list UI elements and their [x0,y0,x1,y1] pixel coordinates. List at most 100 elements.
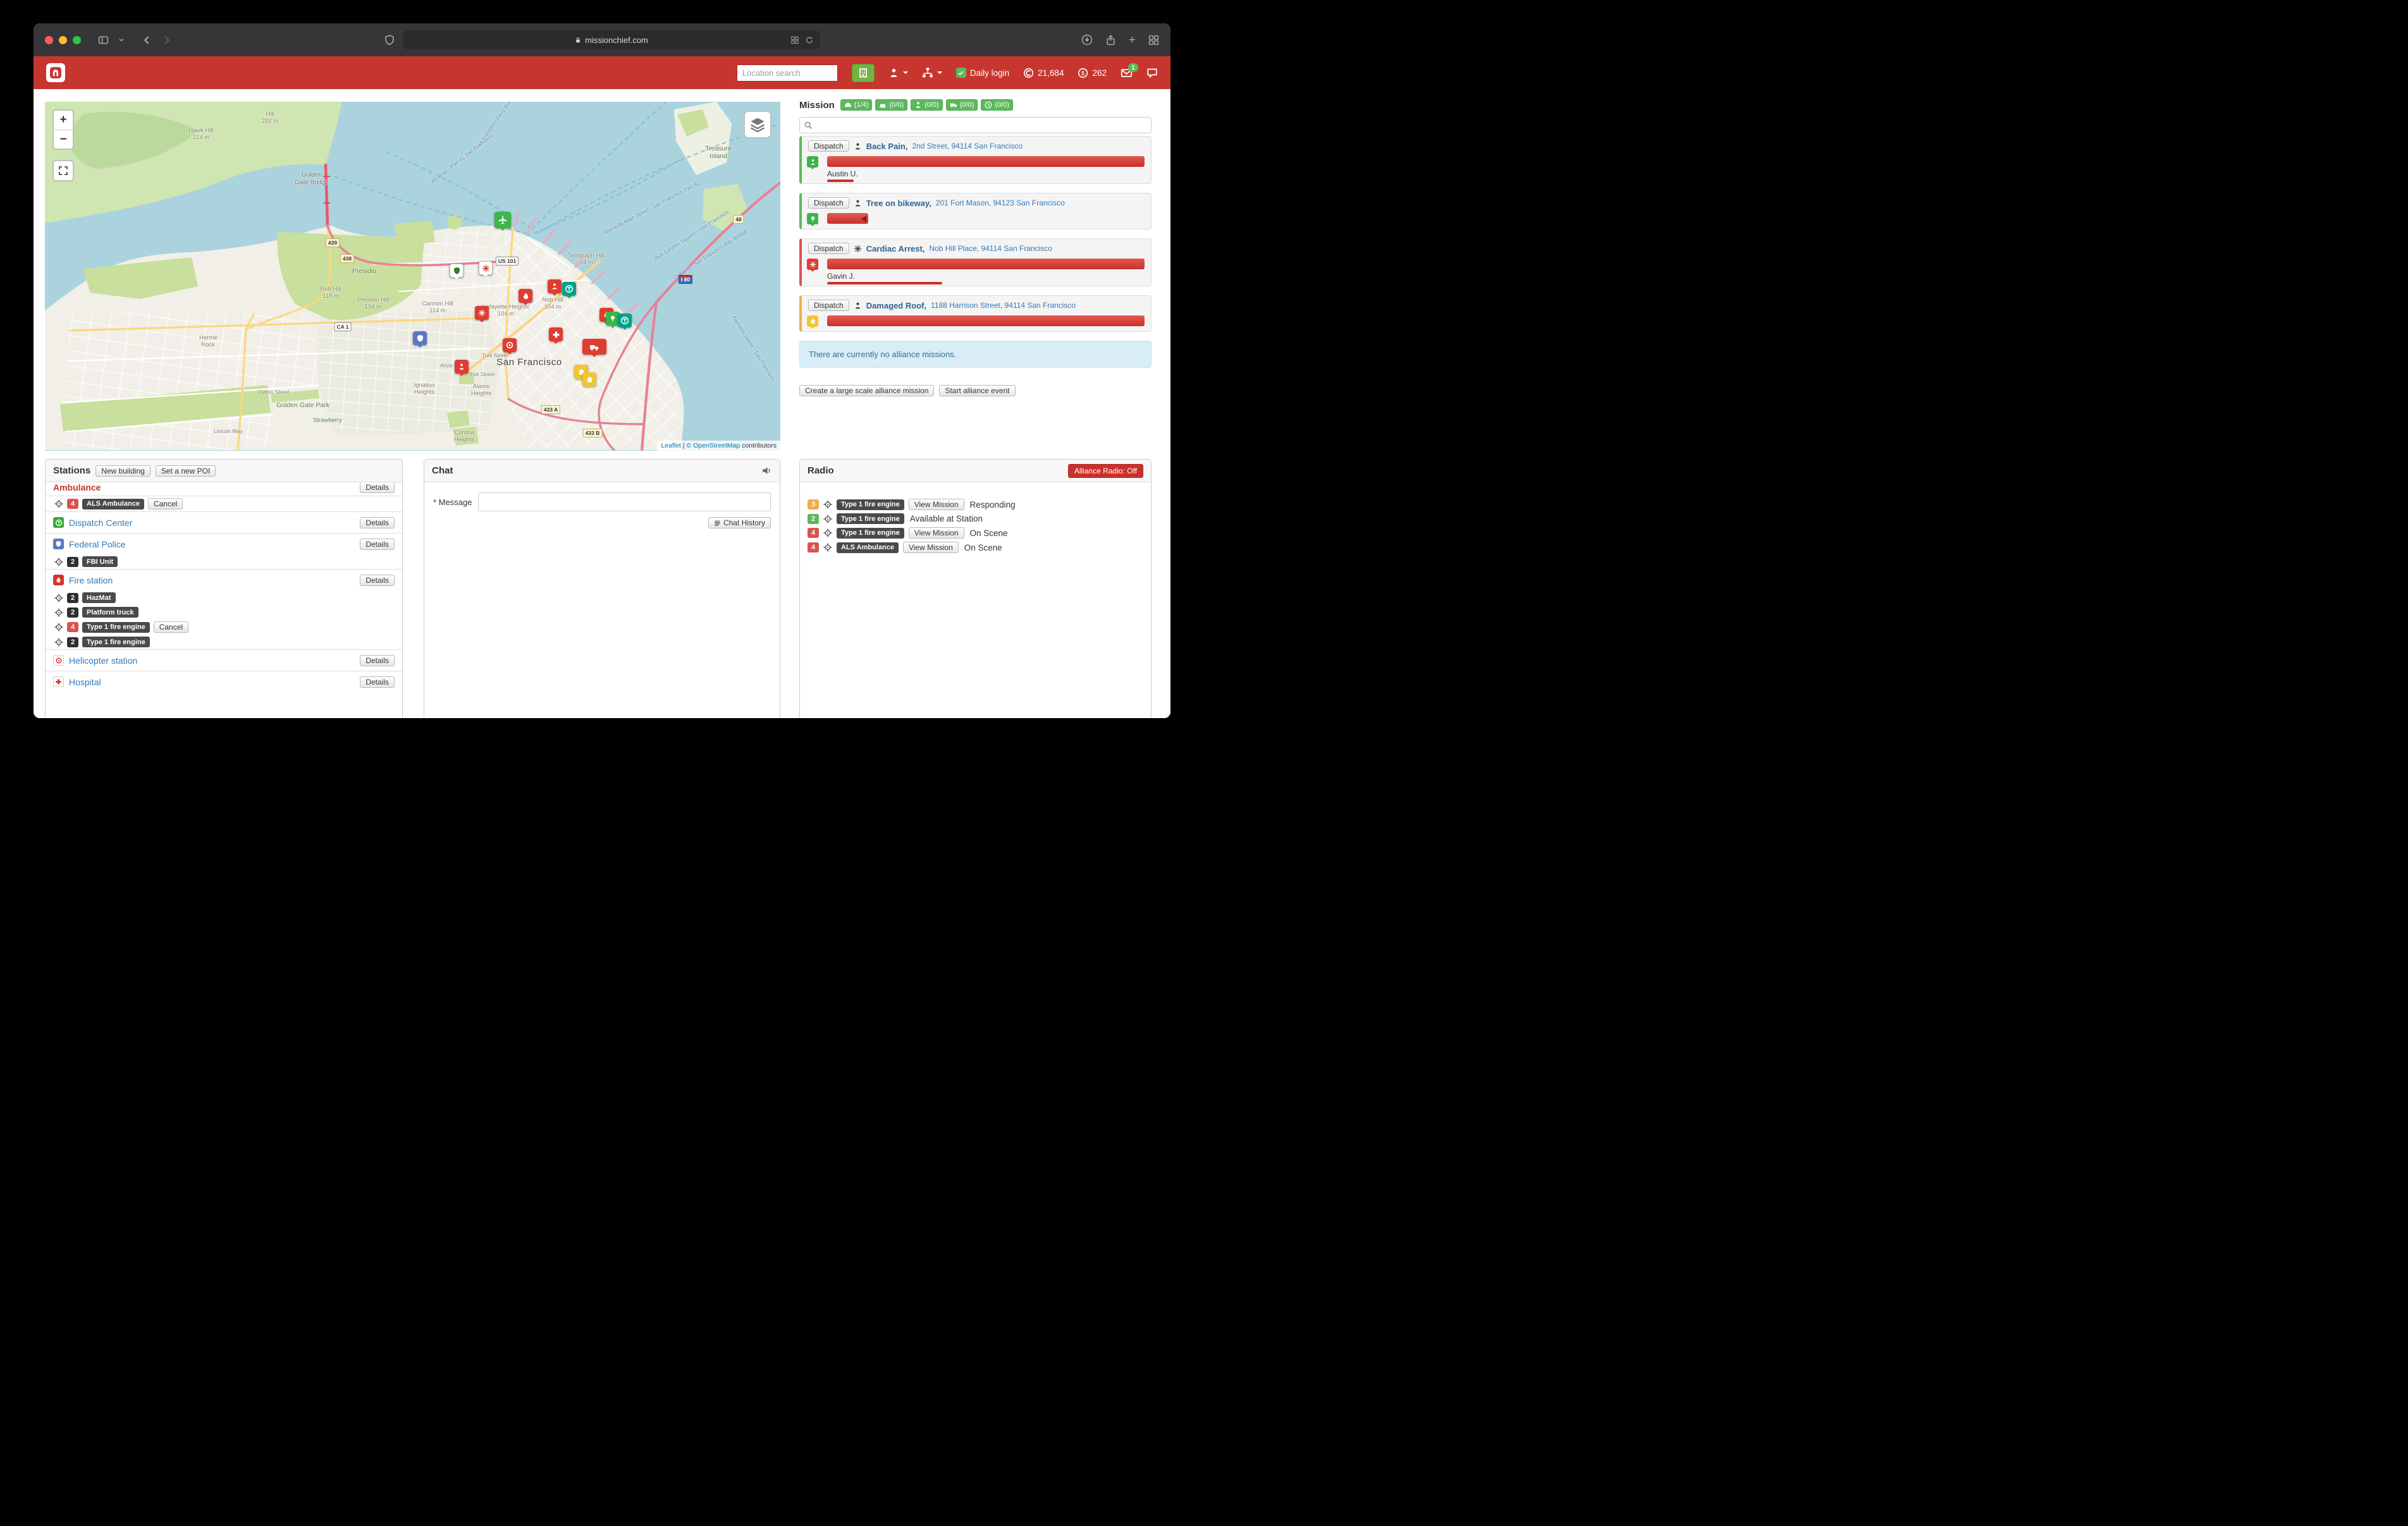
map-marker-responding-vehicle[interactable] [582,339,606,355]
details-button[interactable]: Details [360,482,395,493]
dispatch-button[interactable]: Dispatch [808,300,849,311]
leaflet-link[interactable]: Leaflet [661,442,681,449]
map-marker-mission[interactable] [548,279,562,293]
mission-card-back-pain[interactable]: Dispatch Back Pain, 2nd Street, 94114 Sa… [799,136,1152,184]
set-poi-button[interactable]: Set a new POI [156,465,216,477]
alliance-menu[interactable] [922,67,942,78]
chat-sound-toggle[interactable] [761,465,772,476]
vehicle-name-badge[interactable]: Type 1 fire engine [82,637,150,647]
mission-counter-timer[interactable]: (0/0) [981,99,1013,111]
dispatch-button[interactable]: Dispatch [808,140,849,152]
daily-login-link[interactable]: Daily login [956,68,1009,78]
details-button[interactable]: Details [360,655,395,666]
location-search-input[interactable] [737,64,838,82]
mission-counter-transport[interactable]: (0/0) [875,99,907,111]
coins-indicator[interactable]: 21,684 [1023,68,1064,78]
crosshair-icon[interactable] [54,623,63,632]
details-button[interactable]: Details [360,676,395,688]
forward-button[interactable] [161,35,172,46]
station-row-ambulance-clipped[interactable]: Ambulance Details [46,482,402,496]
details-button[interactable]: Details [360,517,395,528]
map-marker-hospital[interactable] [549,327,563,341]
mission-counter-ambulance[interactable]: (0/0) [946,99,978,111]
crosshair-icon[interactable] [54,608,63,617]
start-alliance-event-button[interactable]: Start alliance event [939,385,1015,396]
dispatch-button[interactable]: Dispatch [808,243,849,254]
map-marker-police-station[interactable] [413,331,427,345]
crosshair-icon[interactable] [823,528,832,537]
dispatch-button[interactable]: Dispatch [808,197,849,209]
station-name[interactable]: Ambulance [53,482,101,492]
fullscreen-button[interactable] [52,160,74,181]
close-window-button[interactable] [45,36,53,44]
station-link[interactable]: Fire station [69,575,113,585]
map-marker-federal-police-station[interactable] [450,264,464,278]
map-marker-ambulance-station[interactable] [479,261,493,275]
address-bar[interactable]: missionchief.com [403,30,820,49]
mission-card-tree-on-bikeway[interactable]: Dispatch Tree on bikeway, 201 Fort Mason… [799,193,1152,229]
mission-title-link[interactable]: Back Pain, [866,142,908,151]
vehicle-name-badge[interactable]: Type 1 fire engine [837,513,904,524]
details-button[interactable]: Details [360,539,395,550]
view-mission-button[interactable]: View Mission [903,542,959,553]
zoom-in-button[interactable]: + [54,111,73,130]
crosshair-icon[interactable] [823,500,832,509]
vehicle-name-badge[interactable]: Type 1 fire engine [82,622,150,633]
share-icon[interactable] [1105,35,1116,46]
zoom-out-button[interactable]: − [54,130,73,149]
crosshair-icon[interactable] [54,594,63,602]
view-mission-button[interactable]: View Mission [909,527,964,539]
vehicle-name-badge[interactable]: ALS Ambulance [837,542,899,553]
mission-card-damaged-roof[interactable]: Dispatch Damaged Roof, 1188 Harrison Str… [799,295,1152,332]
mission-card-cardiac-arrest[interactable]: Dispatch Cardiac Arrest, Nob Hill Place,… [799,238,1152,286]
map-marker-mission[interactable] [582,372,596,386]
view-mission-button[interactable]: View Mission [909,499,964,510]
mission-title-link[interactable]: Tree on bikeway, [866,198,931,208]
station-link[interactable]: Hospital [69,677,101,687]
missionchief-logo[interactable] [46,63,65,82]
new-tab-icon[interactable]: + [1129,34,1136,46]
privacy-shield-icon[interactable] [384,35,395,46]
build-panel-button[interactable] [852,64,875,82]
mission-title-link[interactable]: Cardiac Arrest, [866,244,925,253]
station-link[interactable]: Federal Police [69,539,126,549]
sidebar-toggle-icon[interactable] [98,35,109,46]
vehicle-name-badge[interactable]: Type 1 fire engine [837,499,904,510]
map-marker-dispatch-center[interactable] [562,282,576,296]
create-alliance-mission-button[interactable]: Create a large scale alliance mission [799,385,934,396]
profile-menu[interactable] [888,68,908,78]
cancel-button[interactable]: Cancel [148,498,183,510]
chat-history-button[interactable]: Chat History [708,517,771,528]
crosshair-icon[interactable] [54,558,63,566]
vehicle-name-badge[interactable]: Type 1 fire engine [837,528,904,539]
details-button[interactable]: Details [360,575,395,586]
back-button[interactable] [142,35,152,46]
alliance-radio-toggle[interactable]: Alliance Radio: Off [1068,464,1143,478]
mission-title-link[interactable]: Damaged Roof, [866,301,926,310]
mission-search-input[interactable] [799,117,1152,133]
mission-counter-prisoner[interactable]: (0/0) [911,99,943,111]
credits-indicator[interactable]: 262 [1078,68,1107,78]
map-marker-helicopter-station[interactable] [503,338,517,352]
crosshair-icon[interactable] [54,499,63,508]
map-canvas[interactable]: Hawk Hill214 m Hill282 m GoldenGate Brid… [45,102,780,451]
zoom-window-button[interactable] [73,36,81,44]
chat-toggle-button[interactable] [1146,67,1158,78]
vehicle-name-badge[interactable]: ALS Ambulance [82,499,144,510]
new-building-button[interactable]: New building [95,465,150,477]
osm-link[interactable]: © OpenStreetMap [686,442,740,449]
crosshair-icon[interactable] [823,543,832,552]
map-marker-mission[interactable] [455,360,469,374]
station-link[interactable]: Helicopter station [69,656,137,666]
messages-button[interactable]: 1 [1121,67,1133,79]
map-marker-mission[interactable] [475,306,489,320]
map-marker-airport[interactable] [494,212,511,228]
reload-icon[interactable] [806,36,814,44]
map-marker-fire-station[interactable] [519,289,532,303]
vehicle-name-badge[interactable]: FBI Unit [82,556,118,567]
vehicle-name-badge[interactable]: Platform truck [82,607,138,618]
map-layers-button[interactable] [744,111,771,138]
crosshair-icon[interactable] [823,515,832,523]
map-marker-dispatch-center[interactable] [618,314,632,327]
station-link[interactable]: Dispatch Center [69,518,132,528]
